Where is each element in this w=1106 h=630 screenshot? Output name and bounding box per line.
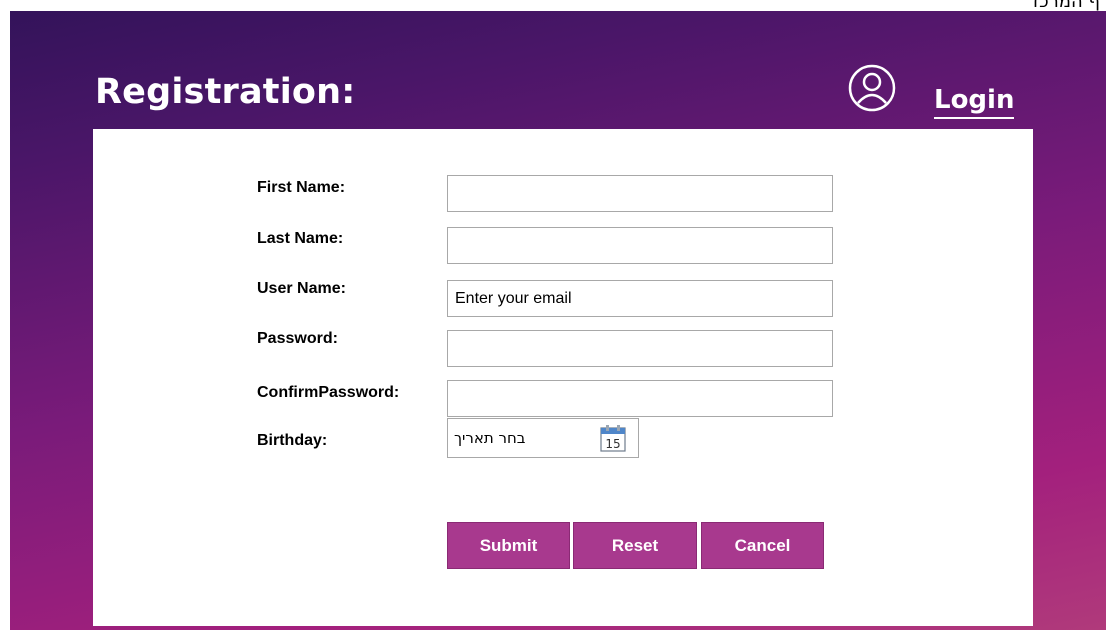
confirm-password-field[interactable] bbox=[447, 380, 833, 417]
calendar-icon-day: 15 bbox=[605, 437, 620, 451]
last-name-label: Last Name: bbox=[257, 230, 344, 247]
cancel-button[interactable]: Cancel bbox=[701, 522, 824, 569]
user-circle-icon[interactable] bbox=[847, 63, 897, 113]
user-name-label: User Name: bbox=[257, 280, 346, 297]
registration-window: Registration: Login First Name: Last Nam… bbox=[10, 11, 1106, 630]
login-link[interactable]: Login bbox=[934, 85, 1015, 119]
first-name-label: First Name: bbox=[257, 179, 346, 196]
confirm-password-label: ConfirmPassword: bbox=[257, 384, 400, 401]
calendar-icon[interactable]: 15 bbox=[598, 424, 628, 454]
password-field[interactable] bbox=[447, 330, 833, 367]
page-title: Registration: bbox=[95, 72, 356, 112]
submit-button[interactable]: Submit bbox=[447, 522, 570, 569]
birthday-label: Birthday: bbox=[257, 432, 328, 449]
last-name-field[interactable] bbox=[447, 227, 833, 264]
birthday-date-picker[interactable]: בחר תאריך 15 bbox=[447, 418, 639, 458]
date-picker-placeholder: בחר תאריך bbox=[454, 429, 526, 447]
user-name-field[interactable] bbox=[447, 280, 833, 317]
registration-form-panel: First Name: Last Name: User Name: Passwo… bbox=[93, 129, 1033, 626]
password-label: Password: bbox=[257, 330, 338, 347]
reset-button[interactable]: Reset bbox=[573, 522, 697, 569]
first-name-field[interactable] bbox=[447, 175, 833, 212]
